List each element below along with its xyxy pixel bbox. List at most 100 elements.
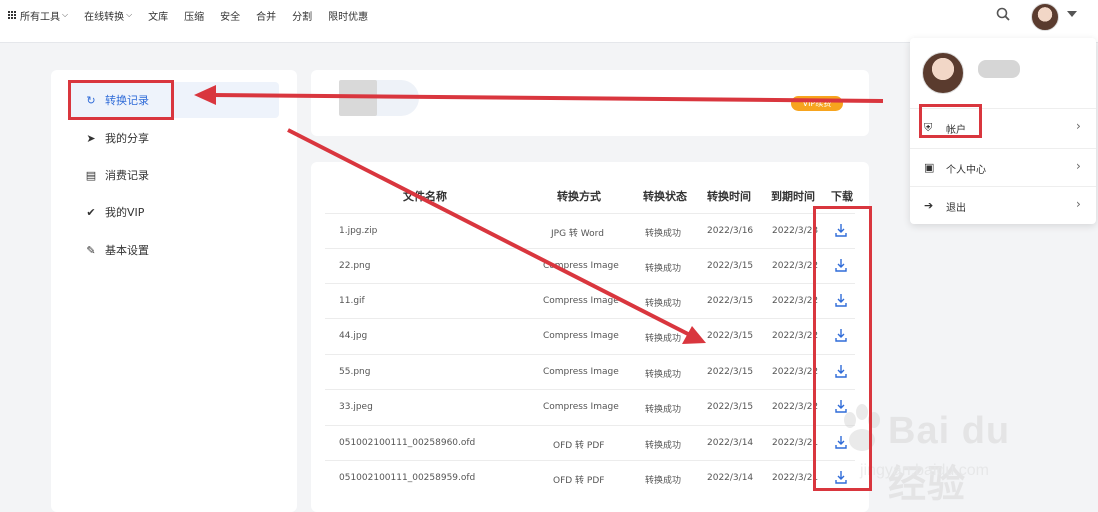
watermark-text: Bai du 经验	[888, 410, 1011, 506]
expire: 2022/3/22	[772, 402, 819, 412]
logout-icon: ➔	[924, 199, 934, 212]
grid-icon	[8, 11, 16, 19]
method: OFD 转 PDF	[553, 476, 605, 486]
file-name: 051002100111_00258959.ofd	[339, 473, 476, 483]
redacted-username	[978, 60, 1020, 78]
avatar	[922, 52, 964, 94]
sidebar-item-label: 消费记录	[105, 169, 149, 182]
table-header: 文件名称 转换方式 转换状态 转换时间 到期时间 下载	[325, 180, 855, 214]
chevron-right-icon: ›	[1076, 119, 1081, 133]
time: 2022/3/16	[707, 226, 754, 236]
method: JPG 转 Word	[551, 229, 604, 239]
nav-all-tools-label: 所有工具	[20, 11, 60, 23]
annotation-box-account	[919, 104, 982, 138]
table-row: 55.png Compress Image 转换成功 2022/3/15 202…	[325, 354, 855, 390]
dropdown-item-logout[interactable]: ➔ 退出 ›	[910, 186, 1096, 223]
file-name: 55.png	[339, 367, 371, 377]
expire: 2022/3/23	[772, 226, 819, 236]
pencil-icon: ✎	[86, 243, 96, 257]
nav-library[interactable]: 文库	[148, 8, 168, 23]
time: 2022/3/14	[707, 473, 754, 483]
send-icon: ➤	[86, 131, 96, 145]
vip-renew-button[interactable]: VIP续费	[791, 96, 843, 111]
time: 2022/3/15	[707, 402, 754, 412]
sidebar-item-label: 基本设置	[105, 244, 149, 257]
top-navbar: 所有工具 ⌵ 在线转换 ⌵ 文库 压缩 安全 合并 分割 限时优惠	[0, 0, 1098, 43]
vip-icon: ✔	[86, 205, 96, 219]
nav-compress[interactable]: 压缩	[184, 8, 204, 23]
chevron-right-icon: ›	[1076, 197, 1081, 211]
nav-library-label: 文库	[148, 11, 169, 23]
table-row: 44.jpg Compress Image 转换成功 2022/3/15 202…	[325, 318, 855, 354]
nav-online-convert-label: 在线转换	[84, 11, 125, 23]
file-name: 11.gif	[339, 296, 365, 306]
table-row: 051002100111_00258960.ofd OFD 转 PDF 转换成功…	[325, 425, 855, 461]
nav-split-label: 分割	[292, 11, 313, 23]
redacted-user-info	[339, 80, 419, 116]
nav-split[interactable]: 分割	[292, 8, 312, 23]
method: Compress Image	[543, 367, 619, 377]
sidebar-item-my-vip[interactable]: ✔ 我的VIP	[69, 194, 279, 230]
file-name: 22.png	[339, 261, 371, 271]
method: Compress Image	[543, 261, 619, 271]
method: Compress Image	[543, 331, 619, 341]
nav-promo[interactable]: 限时优惠	[328, 8, 368, 23]
status: 转换成功	[645, 405, 682, 415]
expire: 2022/3/22	[772, 296, 819, 306]
nav-security[interactable]: 安全	[220, 8, 240, 23]
status: 转换成功	[645, 441, 682, 451]
time: 2022/3/15	[707, 367, 754, 377]
main-nav: 所有工具 ⌵ 在线转换 ⌵ 文库 压缩 安全 合并 分割 限时优惠	[8, 0, 384, 30]
file-name: 44.jpg	[339, 331, 368, 341]
expire: 2022/3/22	[772, 261, 819, 271]
file-name: 33.jpeg	[339, 402, 373, 412]
annotation-box-sidebar	[68, 80, 174, 120]
nav-promo-label: 限时优惠	[328, 11, 369, 23]
clipboard-icon: ▤	[85, 168, 97, 182]
sidebar-item-label: 我的VIP	[105, 206, 145, 219]
status: 转换成功	[645, 264, 682, 274]
sidebar-item-settings[interactable]: ✎ 基本设置	[69, 232, 279, 268]
search-icon[interactable]	[996, 7, 1010, 21]
file-name: 1.jpg.zip	[339, 226, 378, 236]
dropdown-item-profile[interactable]: ▣ 个人中心 ›	[910, 148, 1096, 185]
chevron-down-icon: ⌵	[126, 10, 133, 19]
time: 2022/3/15	[707, 261, 754, 271]
status: 转换成功	[645, 476, 682, 486]
status: 转换成功	[645, 299, 682, 309]
conversion-table: 文件名称 转换方式 转换状态 转换时间 到期时间 下载 1.jpg.zip JP…	[311, 162, 869, 512]
col-file-name: 文件名称	[403, 190, 447, 203]
watermark-url: jingyan.baidu.com	[860, 462, 989, 479]
chevron-right-icon: ›	[1076, 159, 1081, 173]
status: 转换成功	[645, 229, 682, 239]
table-row: 051002100111_00258959.ofd OFD 转 PDF 转换成功…	[325, 460, 855, 496]
expire: 2022/3/22	[772, 331, 819, 341]
sidebar: ↻ 转换记录 ➤ 我的分享 ▤ 消费记录 ✔ 我的VIP ✎ 基本设置	[51, 70, 297, 512]
time: 2022/3/14	[707, 438, 754, 448]
nav-merge-label: 合并	[256, 11, 277, 23]
avatar[interactable]	[1031, 3, 1059, 31]
nav-compress-label: 压缩	[184, 11, 205, 23]
table-row: 22.png Compress Image 转换成功 2022/3/15 202…	[325, 248, 855, 284]
user-info-card: VIP续费	[311, 70, 869, 136]
id-card-icon: ▣	[924, 161, 935, 174]
sidebar-item-my-share[interactable]: ➤ 我的分享	[69, 120, 279, 156]
sidebar-item-consumption[interactable]: ▤ 消费记录	[69, 157, 279, 193]
nav-merge[interactable]: 合并	[256, 8, 276, 23]
method: Compress Image	[543, 296, 619, 306]
annotation-box-download	[813, 206, 872, 491]
status: 转换成功	[645, 370, 682, 380]
nav-all-tools[interactable]: 所有工具 ⌵	[8, 8, 68, 23]
col-time: 转换时间	[707, 190, 751, 203]
expire: 2022/3/21	[772, 473, 819, 483]
nav-online-convert[interactable]: 在线转换 ⌵	[84, 8, 132, 23]
col-download: 下载	[831, 190, 853, 203]
caret-down-icon[interactable]	[1067, 11, 1077, 17]
dropdown-item-label: 个人中心	[946, 165, 986, 176]
expire: 2022/3/22	[772, 367, 819, 377]
expire: 2022/3/21	[772, 438, 819, 448]
status: 转换成功	[645, 334, 682, 344]
sidebar-item-label: 我的分享	[105, 132, 149, 145]
time: 2022/3/15	[707, 331, 754, 341]
nav-security-label: 安全	[220, 11, 241, 23]
